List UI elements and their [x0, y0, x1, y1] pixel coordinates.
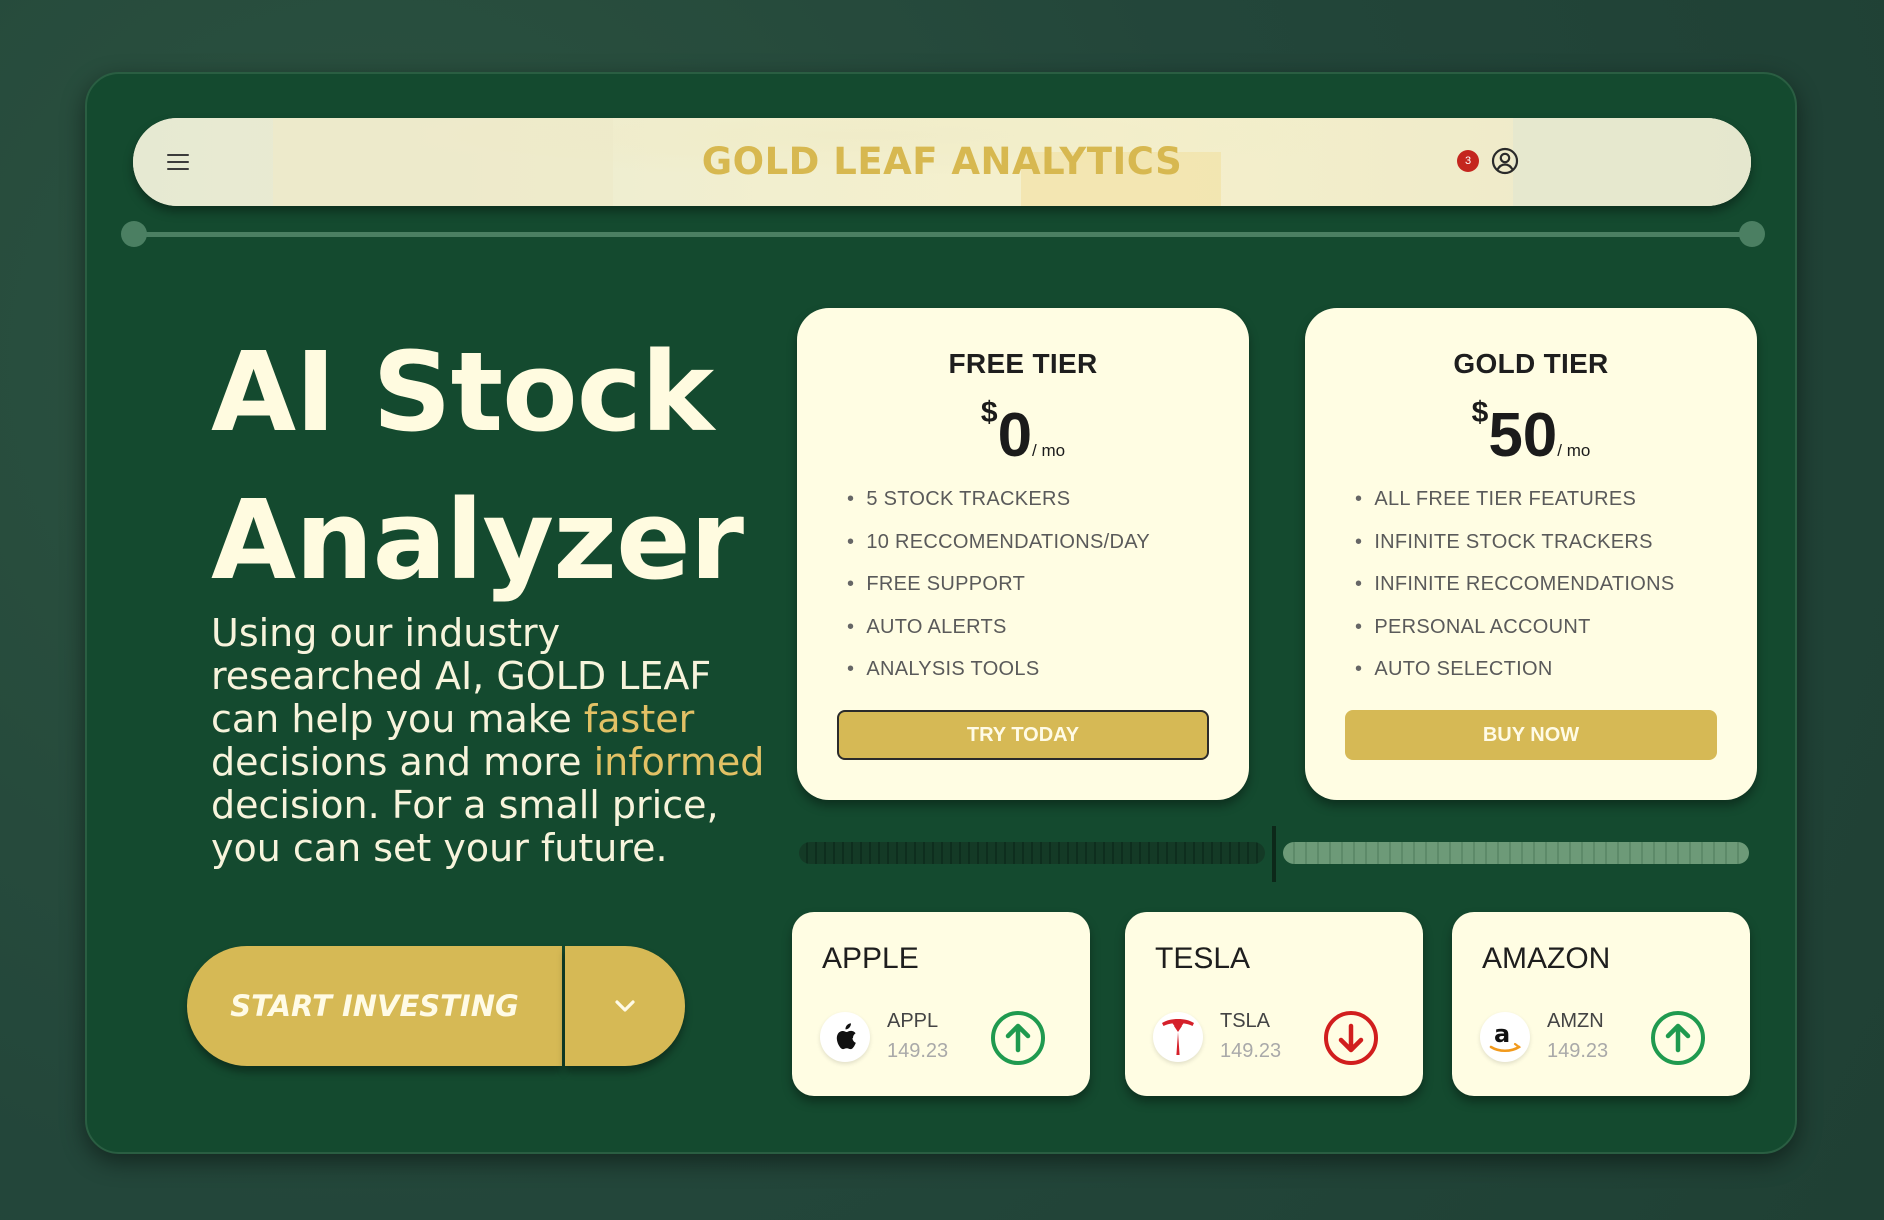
feature-item: INFINITE STOCK TRACKERS	[1355, 521, 1674, 564]
amazon-logo-icon: a	[1480, 1012, 1530, 1062]
divider-dot-left	[121, 221, 147, 247]
price-amount: 50	[1488, 401, 1558, 470]
feature-item: 10 RECCOMENDATIONS/DAY	[847, 521, 1150, 564]
tier-price: $0/ mo	[797, 396, 1249, 471]
feature-item: AUTO ALERTS	[847, 606, 1150, 649]
feature-item: INFINITE RECCOMENDATIONS	[1355, 563, 1674, 606]
stock-symbol: TSLA	[1220, 1010, 1271, 1032]
stock-name: TESLA	[1155, 942, 1251, 975]
hero-title-line1: AI Stock	[211, 328, 714, 456]
feature-item: AUTO SELECTION	[1355, 648, 1674, 691]
progress-filled	[799, 842, 1265, 864]
price-currency: $	[1471, 396, 1489, 429]
start-investing-button[interactable]: START INVESTING	[187, 946, 562, 1066]
tier-price: $50/ mo	[1305, 396, 1757, 471]
divider-dot-right	[1739, 221, 1765, 247]
stock-symbol: APPL	[887, 1010, 939, 1032]
top-nav-bar: GOLD LEAF ANALYTICS 3	[133, 118, 1751, 206]
apple-logo-icon	[820, 1012, 870, 1062]
feature-item: 5 STOCK TRACKERS	[847, 478, 1150, 521]
tier-name: FREE TIER	[948, 348, 1098, 379]
price-period: / mo	[1032, 441, 1066, 460]
price-amount: 0	[997, 401, 1033, 470]
start-investing-split-button: START INVESTING	[187, 946, 685, 1066]
desc-text: decision. For a small price, you can set…	[211, 783, 719, 870]
stock-card-amazon[interactable]: AMAZON a AMZN 149.23	[1452, 912, 1750, 1096]
tesla-logo-icon	[1153, 1012, 1203, 1062]
hero-title: AI Stock Analyzer	[211, 318, 811, 614]
feature-item: ANALYSIS TOOLS	[847, 648, 1150, 691]
hero-description: Using our industry researched AI, GOLD L…	[211, 612, 771, 870]
gold-tier-card: GOLD TIER $50/ mo ALL FREE TIER FEATURES…	[1305, 308, 1757, 800]
stock-name: AMAZON	[1482, 942, 1611, 975]
chevron-down-icon	[615, 1000, 635, 1012]
app-frame: GOLD LEAF ANALYTICS 3 AI Stock Analyzer …	[85, 72, 1797, 1154]
stock-price: 149.23	[1547, 1040, 1609, 1062]
trend-up-icon	[1651, 1011, 1705, 1065]
desc-text: decisions and more	[211, 740, 594, 784]
try-today-button[interactable]: TRY TODAY	[837, 710, 1209, 760]
free-tier-card: FREE TIER $0/ mo 5 STOCK TRACKERS 10 REC…	[797, 308, 1249, 800]
buy-now-button[interactable]: BUY NOW	[1345, 710, 1717, 760]
slider-handle[interactable]	[1272, 826, 1276, 882]
feature-list: 5 STOCK TRACKERS 10 RECCOMENDATIONS/DAY …	[847, 478, 1150, 691]
trend-up-icon	[991, 1011, 1045, 1065]
user-circle-icon[interactable]	[1491, 147, 1519, 175]
progress-remaining	[1283, 842, 1749, 864]
cta-dropdown-button[interactable]	[565, 946, 685, 1066]
feature-item: PERSONAL ACCOUNT	[1355, 606, 1674, 649]
stock-price: 149.23	[887, 1040, 949, 1062]
header-divider	[133, 232, 1751, 237]
tier-progress-slider[interactable]	[799, 826, 1749, 882]
svg-text:a: a	[1494, 1020, 1510, 1048]
desc-highlight-faster: faster	[583, 697, 695, 741]
stock-card-tesla[interactable]: TESLA TSLA 149.23	[1125, 912, 1423, 1096]
notification-badge[interactable]: 3	[1457, 150, 1479, 172]
feature-item: FREE SUPPORT	[847, 563, 1150, 606]
desc-highlight-informed: informed	[593, 740, 765, 784]
tier-name: GOLD TIER	[1453, 348, 1609, 379]
stock-card-apple[interactable]: APPLE APPL 149.23	[792, 912, 1090, 1096]
price-currency: $	[980, 396, 998, 429]
stock-name: APPLE	[822, 942, 919, 975]
feature-list: ALL FREE TIER FEATURES INFINITE STOCK TR…	[1355, 478, 1674, 691]
hero-title-line2: Analyzer	[211, 476, 744, 604]
stock-symbol: AMZN	[1547, 1010, 1604, 1032]
price-period: / mo	[1557, 441, 1591, 460]
feature-item: ALL FREE TIER FEATURES	[1355, 478, 1674, 521]
stock-price: 149.23	[1220, 1040, 1282, 1062]
trend-down-icon	[1324, 1011, 1378, 1065]
